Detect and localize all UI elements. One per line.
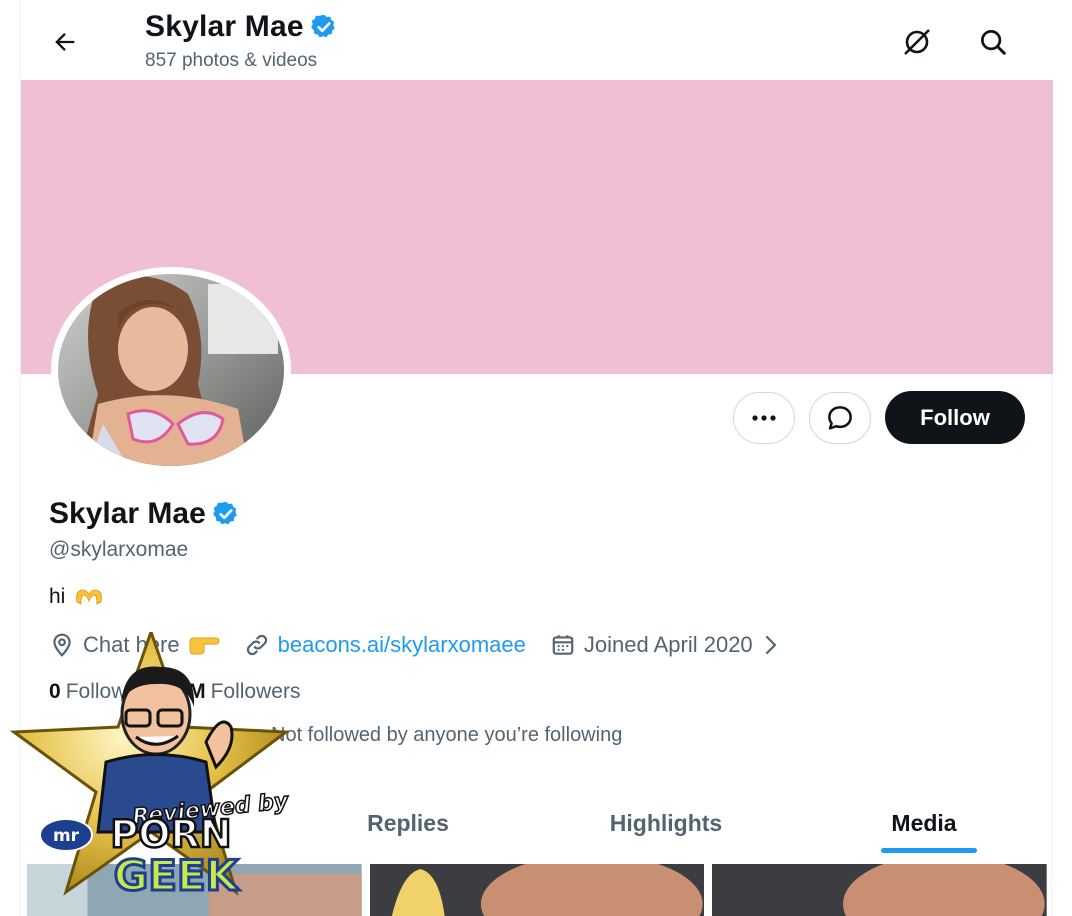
calendar-icon: [552, 635, 574, 655]
chevron-right-icon: [765, 635, 776, 655]
arrow-left-icon: [55, 33, 75, 51]
tab-highlights[interactable]: Highlights: [537, 790, 795, 856]
joined-text: Joined April 2020: [583, 632, 753, 657]
reviewer-watermark-logo: Reviewed by mr PORN GEEK: [6, 627, 296, 902]
media-thumbnail[interactable]: [369, 864, 705, 916]
bio-text: hi: [49, 585, 66, 608]
search-button[interactable]: [971, 20, 1015, 64]
watermark-geek-text: GEEK: [114, 851, 240, 900]
search-icon: [981, 30, 1006, 55]
top-header: Skylar Mae 857 photos & videos: [21, 0, 1053, 80]
avatar-photo: [58, 274, 284, 466]
header-title: Skylar Mae: [145, 10, 338, 44]
verified-badge-icon: [310, 14, 335, 38]
header-name: Skylar Mae: [145, 10, 304, 43]
slashed-circle-icon: [904, 29, 930, 55]
followers-you-know: Not followed by anyone you’re following: [271, 724, 623, 746]
message-button[interactable]: [809, 392, 871, 444]
media-thumbnail[interactable]: [712, 864, 1048, 916]
profile-handle: @skylarxomae: [49, 538, 189, 561]
hide-button[interactable]: [895, 20, 939, 64]
header-post-count: 857 photos & videos: [145, 50, 318, 71]
joined-item[interactable]: Joined April 2020: [550, 632, 781, 658]
message-icon: [828, 406, 852, 430]
tab-media[interactable]: Media: [795, 790, 1053, 856]
back-button[interactable]: [43, 20, 87, 64]
heart-hands-emoji-icon: [76, 589, 103, 605]
profile-bio: hi: [49, 585, 105, 609]
more-button[interactable]: [733, 392, 795, 444]
watermark-porn-text: PORN: [110, 812, 231, 856]
profile-name-row: Skylar Mae: [49, 497, 240, 531]
active-tab-indicator: [881, 848, 977, 853]
profile-avatar[interactable]: [51, 267, 291, 473]
website-link[interactable]: beacons.ai/skylarxomaee: [278, 632, 526, 658]
profile-display-name: Skylar Mae: [49, 497, 206, 530]
watermark-mr-text: mr: [53, 826, 80, 846]
verified-badge-icon: [212, 501, 237, 525]
follow-button[interactable]: Follow: [885, 391, 1025, 444]
more-horizontal-icon: [752, 415, 776, 421]
tab-replies[interactable]: Replies: [279, 790, 537, 856]
